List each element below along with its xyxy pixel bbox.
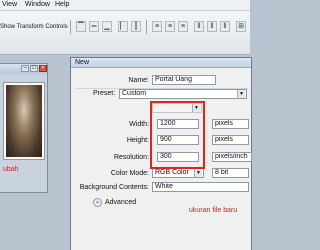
resolution-unit-select[interactable]: pixels/inch: [212, 152, 252, 162]
menu-help[interactable]: Help: [55, 1, 69, 8]
resolution-label: Resolution:: [113, 154, 149, 161]
chevron-down-icon: ▼: [237, 90, 245, 98]
height-label: Height:: [126, 137, 149, 144]
align-left-icon[interactable]: ▏: [118, 21, 128, 32]
dialog-annotation: ukuran file baru: [189, 207, 238, 214]
name-input[interactable]: Portal Uang: [152, 75, 216, 85]
highlight-box: [150, 101, 205, 169]
advanced-label[interactable]: Advanced: [105, 199, 136, 206]
document-annotation: ubah: [3, 166, 19, 173]
width-label: Width:: [129, 121, 149, 128]
distribute-left-icon[interactable]: ⫴: [194, 21, 204, 32]
auto-align-icon[interactable]: ⊞: [236, 21, 246, 32]
photo-frame: [3, 82, 45, 160]
height-unit-value: pixels: [215, 136, 233, 143]
distribute-hcenter-icon[interactable]: ⫴: [207, 21, 217, 32]
bit-depth-select[interactable]: 8 bit: [212, 168, 249, 178]
minimize-icon[interactable]: –: [21, 65, 29, 72]
resolution-unit-value: pixels/inch: [215, 153, 248, 160]
new-document-dialog: New Name: Portal Uang Preset: Custom ▼ ▼…: [70, 57, 252, 250]
menu-view[interactable]: View: [2, 1, 17, 8]
document-title-bar[interactable]: – □ ×: [0, 64, 47, 74]
width-unit-value: pixels: [215, 120, 233, 127]
color-mode-value: RGB Color: [155, 169, 189, 176]
background-contents-label: Background Contents:: [79, 184, 149, 191]
distribute-top-icon[interactable]: ≡: [152, 21, 162, 32]
menu-bar: View Window Help: [0, 0, 250, 11]
preset-value: Custom: [122, 90, 147, 97]
document-window: – □ × ubah: [0, 63, 48, 193]
toolbar-separator: [70, 20, 71, 34]
preset-label: Preset:: [93, 90, 116, 97]
align-top-icon[interactable]: ▔: [76, 21, 86, 32]
distribute-vcenter-icon[interactable]: ≡: [165, 21, 175, 32]
background-contents-select[interactable]: White: [152, 182, 249, 192]
name-label: Name:: [128, 77, 149, 84]
advanced-toggle-icon[interactable]: ⌄: [93, 198, 102, 207]
color-mode-select[interactable]: RGB Color ▼: [152, 168, 204, 178]
preset-select[interactable]: Custom ▼: [119, 89, 247, 99]
toolbar-separator: [146, 20, 147, 34]
dialog-title-bar: New: [71, 58, 251, 68]
distribute-bottom-icon[interactable]: ≡: [178, 21, 188, 32]
options-toolbar: Show Transform Controls ▔ ═ ▁ ▏ ║ ≡ ≡ ≡ …: [0, 11, 250, 55]
close-icon[interactable]: ×: [39, 65, 47, 72]
document-image: [6, 85, 42, 157]
bit-depth-value: 8 bit: [215, 169, 229, 176]
align-vcenter-icon[interactable]: ═: [89, 21, 99, 32]
align-hcenter-icon[interactable]: ║: [131, 21, 141, 32]
align-bottom-icon[interactable]: ▁: [102, 21, 112, 32]
distribute-right-icon[interactable]: ⫴: [220, 21, 230, 32]
background-contents-value: White: [155, 183, 173, 190]
show-transform-controls-label[interactable]: Show Transform Controls: [0, 24, 68, 30]
chevron-down-icon: ▼: [194, 169, 202, 177]
dialog-title: New: [75, 59, 90, 66]
width-unit-select[interactable]: pixels: [212, 119, 249, 129]
color-mode-label: Color Mode:: [110, 170, 149, 177]
height-unit-select[interactable]: pixels: [212, 135, 249, 145]
maximize-icon[interactable]: □: [30, 65, 38, 72]
menu-window[interactable]: Window: [25, 1, 50, 8]
